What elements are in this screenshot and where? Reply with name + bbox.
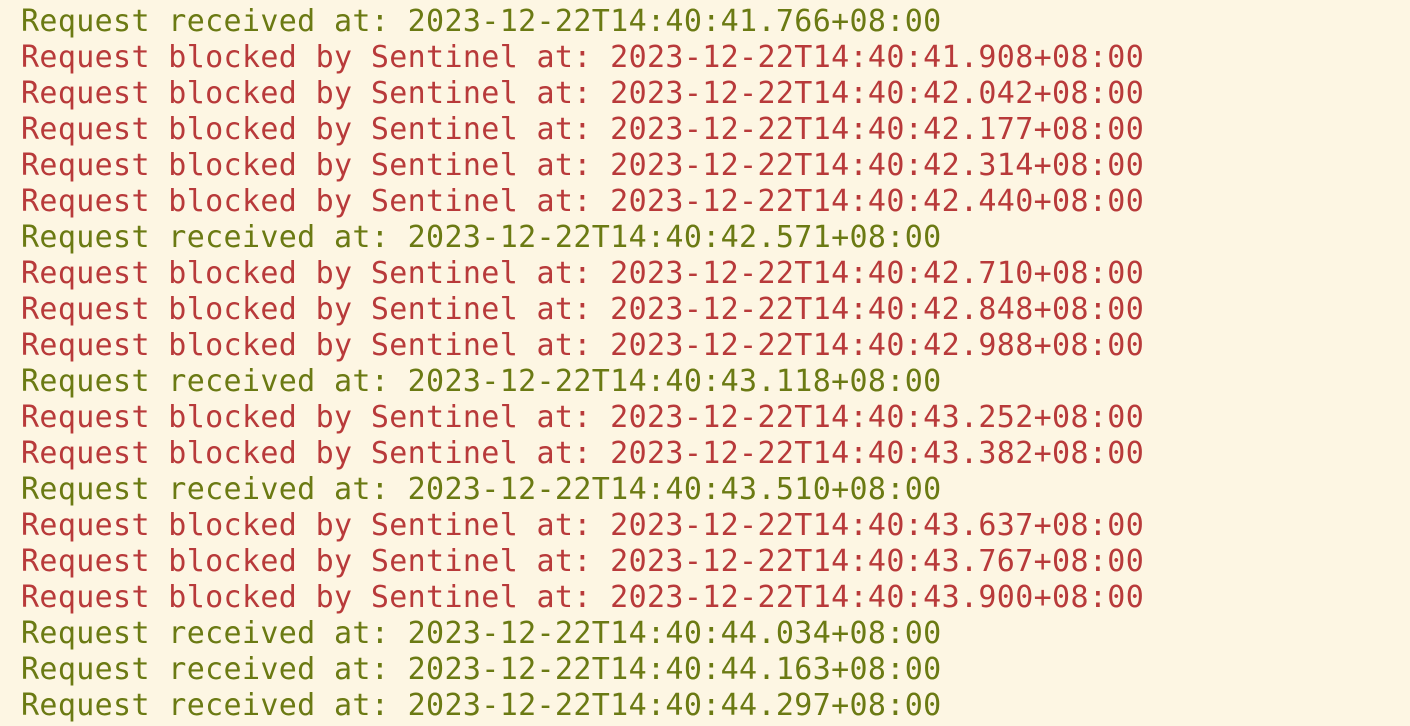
log-line-received: Request received at: 2023-12-22T14:40:42… bbox=[21, 220, 942, 255]
log-line-blocked: Request blocked by Sentinel at: 2023-12-… bbox=[21, 184, 1145, 219]
log-line-received: Request received at: 2023-12-22T14:40:43… bbox=[21, 472, 942, 507]
log-line-blocked: Request blocked by Sentinel at: 2023-12-… bbox=[21, 256, 1145, 291]
log-line-blocked: Request blocked by Sentinel at: 2023-12-… bbox=[21, 112, 1145, 147]
log-line-received: Request received at: 2023-12-22T14:40:44… bbox=[21, 652, 942, 687]
log-line-blocked: Request blocked by Sentinel at: 2023-12-… bbox=[21, 40, 1145, 75]
log-line-blocked: Request blocked by Sentinel at: 2023-12-… bbox=[21, 328, 1145, 363]
log-line-blocked: Request blocked by Sentinel at: 2023-12-… bbox=[21, 544, 1145, 579]
terminal-output[interactable]: Request received at: 2023-12-22T14:40:41… bbox=[0, 0, 1410, 726]
log-line-blocked: Request blocked by Sentinel at: 2023-12-… bbox=[21, 580, 1145, 615]
log-line-blocked: Request blocked by Sentinel at: 2023-12-… bbox=[21, 148, 1145, 183]
log-line-blocked: Request blocked by Sentinel at: 2023-12-… bbox=[21, 436, 1145, 471]
log-line-received: Request received at: 2023-12-22T14:40:44… bbox=[21, 688, 942, 723]
log-line-blocked: Request blocked by Sentinel at: 2023-12-… bbox=[21, 400, 1145, 435]
log-line-received: Request received at: 2023-12-22T14:40:41… bbox=[21, 4, 942, 39]
log-line-blocked: Request blocked by Sentinel at: 2023-12-… bbox=[21, 508, 1145, 543]
log-line-blocked: Request blocked by Sentinel at: 2023-12-… bbox=[21, 292, 1145, 327]
log-line-received: Request received at: 2023-12-22T14:40:43… bbox=[21, 364, 942, 399]
log-line-blocked: Request blocked by Sentinel at: 2023-12-… bbox=[21, 76, 1145, 111]
log-lines: Request received at: 2023-12-22T14:40:41… bbox=[21, 4, 1144, 724]
log-line-received: Request received at: 2023-12-22T14:40:44… bbox=[21, 616, 942, 651]
